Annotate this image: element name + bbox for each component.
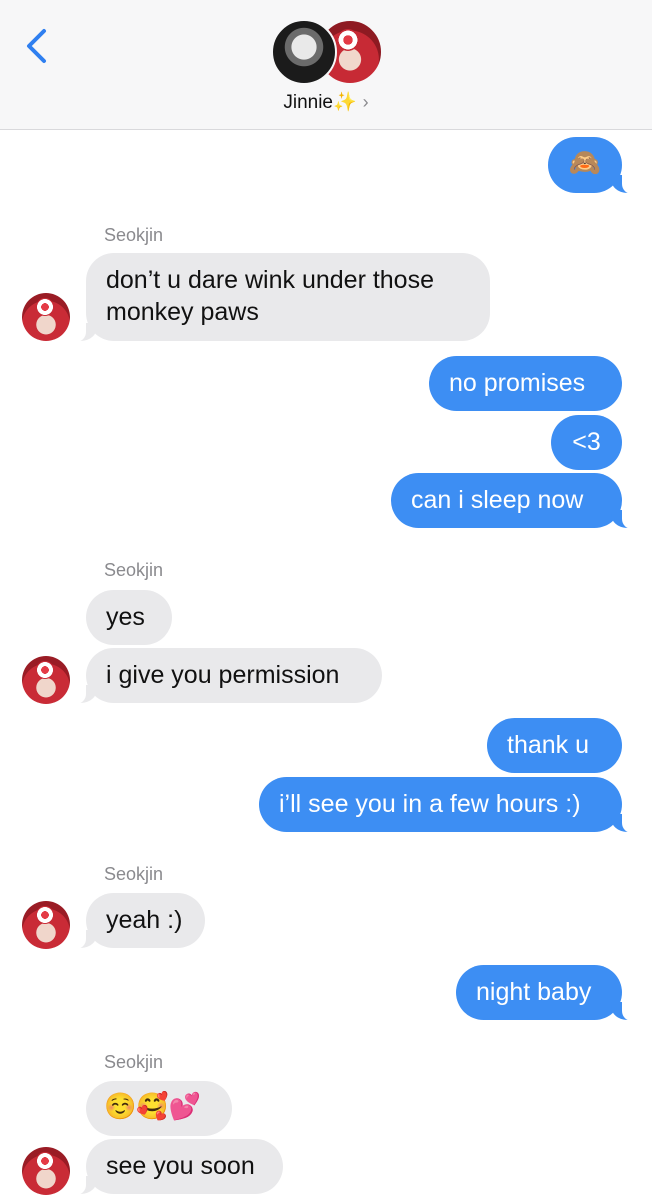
message-bubble-outgoing[interactable]: i’ll see you in a few hours :): [259, 777, 636, 833]
message-text: i’ll see you in a few hours :): [279, 790, 581, 818]
sender-label: Seokjin: [104, 1052, 164, 1072]
sender-label: Seokjin: [104, 864, 164, 884]
message-bubble-outgoing[interactable]: 🙈: [548, 137, 636, 194]
message-text: can i sleep now: [411, 486, 584, 514]
emoji-message: ☺️🥰💕: [104, 1092, 202, 1122]
message-text: night baby: [476, 978, 592, 1006]
message-bubble-incoming[interactable]: yeah :): [72, 893, 205, 949]
message-text: <3: [572, 428, 601, 456]
message-text: monkey paws: [106, 298, 259, 326]
contact-name-button[interactable]: Jinnie✨ ›: [0, 90, 652, 114]
sender-label: Seokjin: [104, 225, 164, 245]
chevron-right-icon: ›: [362, 92, 369, 112]
conversation-header: Jinnie✨ ›: [0, 0, 652, 130]
message-bubble-outgoing[interactable]: thank u: [487, 718, 622, 773]
message-text: don’t u dare wink under those: [106, 266, 434, 294]
avatar[interactable]: [22, 293, 70, 341]
message-bubble-outgoing[interactable]: can i sleep now: [391, 473, 636, 529]
message-bubble-incoming[interactable]: i give you permission: [72, 648, 382, 704]
message-text: yeah :): [106, 906, 183, 934]
message-bubble-incoming[interactable]: don’t u dare wink under those monkey paw…: [72, 253, 490, 342]
message-bubble-incoming[interactable]: ☺️🥰💕: [86, 1081, 232, 1136]
avatar[interactable]: [22, 1147, 70, 1195]
sender-label: Seokjin: [104, 560, 164, 580]
message-text: see you soon: [106, 1152, 255, 1180]
see-no-evil-monkey-emoji: 🙈: [568, 148, 602, 178]
back-chevron-icon: [27, 29, 46, 63]
message-bubble-incoming[interactable]: see you soon: [72, 1139, 283, 1195]
message-bubble-incoming[interactable]: yes: [86, 590, 172, 645]
contact-name: Jinnie✨: [283, 92, 357, 113]
message-text: yes: [106, 603, 145, 631]
avatar[interactable]: [22, 901, 70, 949]
group-avatar-stack[interactable]: [271, 19, 383, 85]
message-bubble-outgoing[interactable]: <3: [551, 415, 622, 470]
message-text: thank u: [507, 731, 590, 759]
avatar: [271, 19, 337, 85]
message-bubble-outgoing[interactable]: night baby: [456, 965, 636, 1021]
message-bubble-outgoing[interactable]: no promises: [429, 356, 622, 411]
message-text: no promises: [449, 369, 586, 397]
back-button[interactable]: [22, 28, 52, 64]
message-text: i give you permission: [106, 661, 340, 689]
avatar[interactable]: [22, 656, 70, 704]
